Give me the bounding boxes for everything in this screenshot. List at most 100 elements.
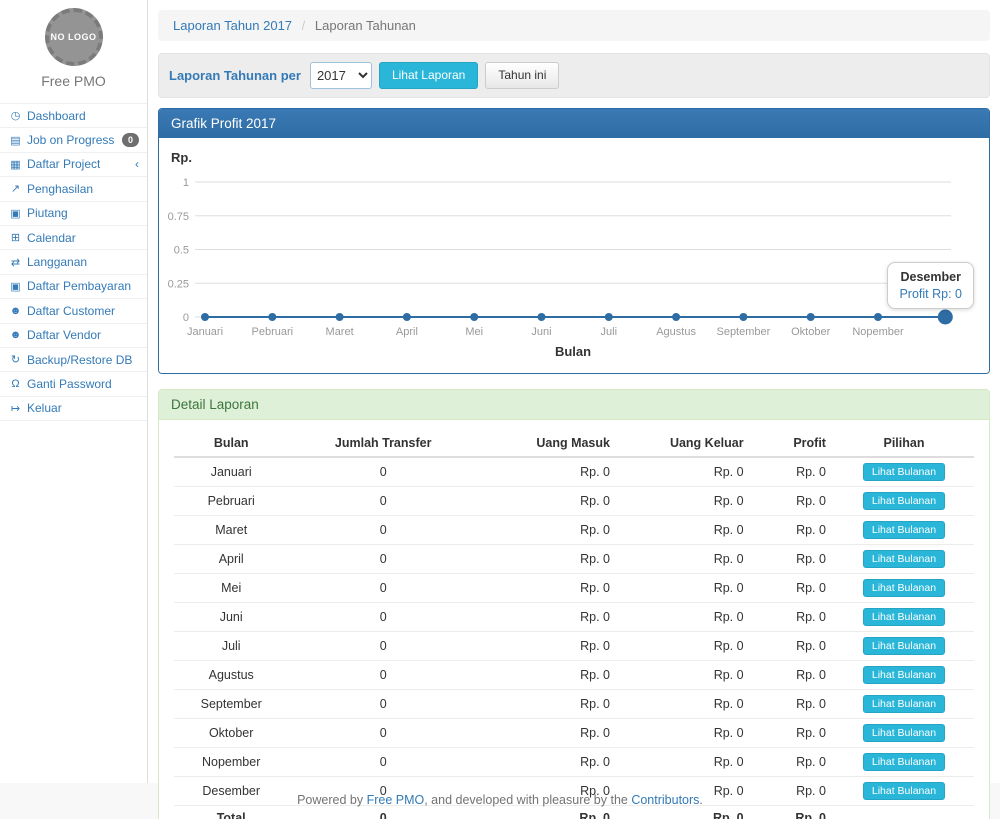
profit-chart[interactable]: Rp.10.750.50.250JanuariPebruariMaretApri… — [167, 146, 979, 364]
count-badge: 0 — [122, 133, 139, 147]
svg-text:Juli: Juli — [601, 326, 618, 338]
dashboard-icon: ◷ — [8, 109, 23, 122]
svg-text:Bulan: Bulan — [555, 344, 591, 359]
svg-text:Agustus: Agustus — [656, 326, 696, 338]
contributors-link[interactable]: Contributors — [631, 793, 699, 807]
detail-report-panel: Detail Laporan BulanJumlah TransferUang … — [158, 389, 990, 819]
app-window: NO LOGO Free PMO ◷Dashboard▤Job on Progr… — [0, 0, 1000, 783]
sidebar-item-langganan[interactable]: ⇄Langganan — [0, 250, 147, 274]
month-cell: September — [174, 690, 288, 719]
action-cell: Lihat Bulanan — [834, 690, 974, 719]
action-cell: Lihat Bulanan — [834, 516, 974, 545]
lihat-bulanan-button[interactable]: Lihat Bulanan — [863, 463, 945, 481]
tasks-icon: ▤ — [8, 134, 23, 147]
lihat-bulanan-button[interactable]: Lihat Bulanan — [863, 492, 945, 510]
column-header: Pilihan — [834, 430, 974, 457]
lihat-bulanan-button[interactable]: Lihat Bulanan — [863, 579, 945, 597]
profit-cell: Rp. 0 — [752, 516, 834, 545]
sidebar-item-label: Job on Progress — [27, 133, 114, 147]
svg-text:0.5: 0.5 — [174, 245, 189, 257]
money-icon: ▣ — [8, 280, 23, 293]
tahun-ini-button[interactable]: Tahun ini — [485, 62, 559, 89]
month-cell: Mei — [174, 574, 288, 603]
breadcrumb-separator: / — [302, 18, 306, 33]
lihat-bulanan-button[interactable]: Lihat Bulanan — [863, 666, 945, 684]
sidebar-item-daftar-vendor[interactable]: ☻Daftar Vendor — [0, 324, 147, 348]
lihat-bulanan-button[interactable]: Lihat Bulanan — [863, 550, 945, 568]
uang-masuk-cell: Rp. 0 — [478, 690, 618, 719]
month-cell: Oktober — [174, 719, 288, 748]
column-header: Jumlah Transfer — [288, 430, 478, 457]
uang-masuk-cell: Rp. 0 — [478, 719, 618, 748]
transfer-cell: 0 — [288, 661, 478, 690]
uang-keluar-cell: Rp. 0 — [618, 748, 752, 777]
sidebar-item-daftar-project[interactable]: ▦Daftar Project‹ — [0, 153, 147, 177]
month-cell: Januari — [174, 457, 288, 487]
svg-text:Rp.: Rp. — [171, 150, 192, 165]
table-row: April0Rp. 0Rp. 0Rp. 0Lihat Bulanan — [174, 545, 974, 574]
svg-text:1: 1 — [183, 177, 189, 189]
column-header: Profit — [752, 430, 834, 457]
uang-masuk-cell: Rp. 0 — [478, 516, 618, 545]
svg-text:0.25: 0.25 — [168, 278, 189, 290]
sidebar-item-job-on-progress[interactable]: ▤ Job on Progress 0 — [0, 128, 147, 152]
uang-masuk-cell: Rp. 0 — [478, 748, 618, 777]
action-cell: Lihat Bulanan — [834, 603, 974, 632]
sidebar-item-penghasilan[interactable]: ↗Penghasilan — [0, 177, 147, 201]
sidebar-item-label: Penghasilan — [27, 182, 93, 196]
sidebar-item-label: Daftar Project — [27, 157, 100, 171]
footer-text-after: . — [699, 793, 702, 807]
transfer-cell: 0 — [288, 516, 478, 545]
table-row: Juli0Rp. 0Rp. 0Rp. 0Lihat Bulanan — [174, 632, 974, 661]
tooltip-title: Desember — [899, 270, 962, 284]
lihat-bulanan-button[interactable]: Lihat Bulanan — [863, 695, 945, 713]
svg-text:April: April — [396, 326, 418, 338]
year-select[interactable]: 2017 — [310, 62, 372, 89]
profit-cell: Rp. 0 — [752, 545, 834, 574]
month-cell: April — [174, 545, 288, 574]
uang-keluar-cell: Rp. 0 — [618, 457, 752, 487]
profit-cell: Rp. 0 — [752, 748, 834, 777]
sidebar-item-calendar[interactable]: ⊞Calendar — [0, 226, 147, 250]
sidebar-item-piutang[interactable]: ▣Piutang — [0, 202, 147, 226]
action-cell: Lihat Bulanan — [834, 487, 974, 516]
report-table-wrap: BulanJumlah TransferUang MasukUang Kelua… — [159, 420, 989, 819]
uang-keluar-cell: Rp. 0 — [618, 690, 752, 719]
lihat-laporan-button[interactable]: Lihat Laporan — [379, 62, 478, 89]
table-row: Januari0Rp. 0Rp. 0Rp. 0Lihat Bulanan — [174, 457, 974, 487]
sidebar-item-label: Daftar Customer — [27, 304, 115, 318]
lihat-bulanan-button[interactable]: Lihat Bulanan — [863, 724, 945, 742]
svg-text:Oktober: Oktober — [791, 326, 830, 338]
breadcrumb-link[interactable]: Laporan Tahun 2017 — [173, 18, 292, 33]
sidebar-item-label: Backup/Restore DB — [27, 353, 132, 367]
sidebar-item-daftar-pembayaran[interactable]: ▣Daftar Pembayaran — [0, 275, 147, 299]
chart-panel-title: Grafik Profit 2017 — [159, 109, 989, 138]
lihat-bulanan-button[interactable]: Lihat Bulanan — [863, 753, 945, 771]
free-pmo-link[interactable]: Free PMO — [367, 793, 425, 807]
refresh-icon: ↻ — [8, 353, 23, 366]
month-cell: Nopember — [174, 748, 288, 777]
lihat-bulanan-button[interactable]: Lihat Bulanan — [863, 782, 945, 800]
lihat-bulanan-button[interactable]: Lihat Bulanan — [863, 521, 945, 539]
footer-text: Powered by — [297, 793, 366, 807]
profit-cell: Rp. 0 — [752, 777, 834, 806]
sidebar-item-backup-restore-db[interactable]: ↻ Backup/Restore DB — [0, 348, 147, 372]
uang-keluar-cell: Rp. 0 — [618, 719, 752, 748]
lihat-bulanan-button[interactable]: Lihat Bulanan — [863, 608, 945, 626]
sidebar-item-ganti-password[interactable]: ΩGanti Password — [0, 372, 147, 396]
sidebar-item-daftar-customer[interactable]: ☻Daftar Customer — [0, 299, 147, 323]
uang-keluar-cell: Rp. 0 — [618, 516, 752, 545]
sidebar-item-dashboard[interactable]: ◷Dashboard — [0, 104, 147, 128]
action-cell: Lihat Bulanan — [834, 545, 974, 574]
profit-cell: Rp. 0 — [752, 632, 834, 661]
uang-masuk-cell: Rp. 0 — [478, 632, 618, 661]
sidebar-item-label: Keluar — [27, 401, 62, 415]
profit-cell: Rp. 0 — [752, 603, 834, 632]
sidebar-item-keluar[interactable]: ↦Keluar — [0, 397, 147, 421]
main-content: Laporan Tahun 2017 / Laporan Tahunan Lap… — [148, 0, 1000, 783]
chart-container: Rp.10.750.50.250JanuariPebruariMaretApri… — [159, 138, 989, 373]
action-cell: Lihat Bulanan — [834, 777, 974, 806]
lihat-bulanan-button[interactable]: Lihat Bulanan — [863, 637, 945, 655]
action-cell: Lihat Bulanan — [834, 632, 974, 661]
profit-cell: Rp. 0 — [752, 487, 834, 516]
